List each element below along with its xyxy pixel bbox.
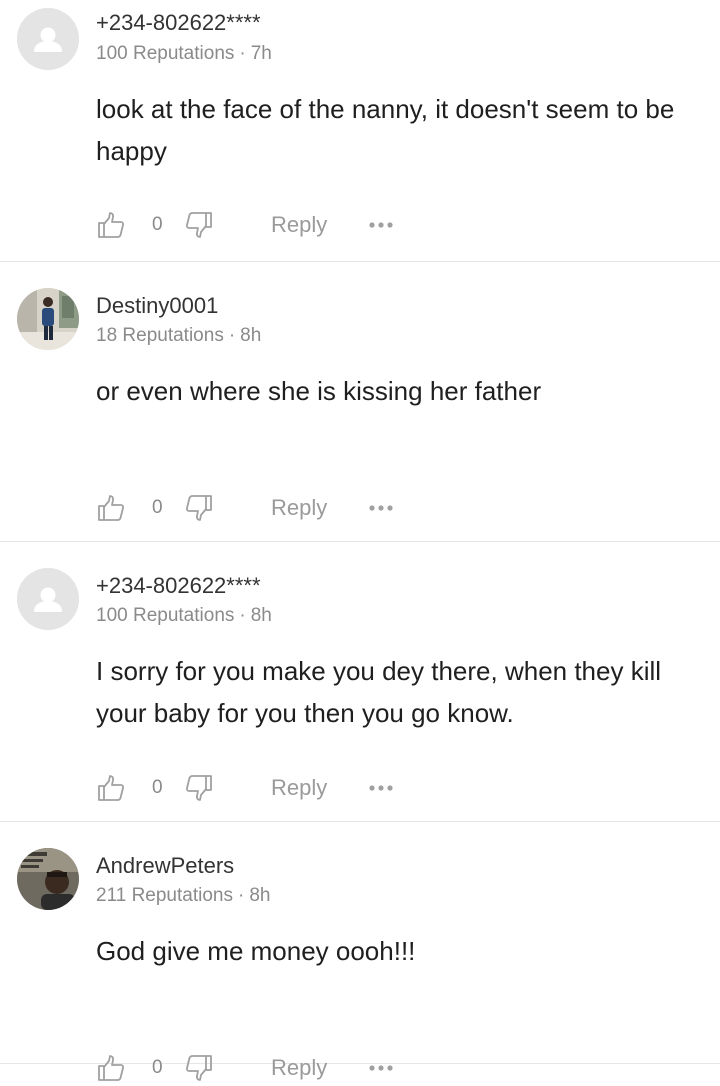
reputation-count: 100 Reputations — [96, 605, 235, 626]
dislike-button[interactable] — [184, 770, 214, 806]
comment-username[interactable]: +234-802622**** — [96, 10, 261, 36]
more-dots-icon — [369, 785, 393, 791]
comment-meta: 18 Reputations · 8h — [96, 325, 261, 347]
reputation-count: 211 Reputations — [96, 885, 233, 906]
user-photo-avatar — [17, 288, 79, 350]
comment-item: Destiny0001 18 Reputations · 8h or even wh… — [0, 262, 720, 542]
comment-item: AndrewPeters 211 Reputations · 8h God give… — [0, 822, 720, 1081]
comment-text: look at the face of the nanny, it doesn'… — [96, 94, 675, 166]
comment-time: 7h — [250, 43, 272, 64]
dislike-button[interactable] — [184, 207, 214, 243]
comment-time: 8h — [250, 605, 272, 626]
comment-actions: 0 Reply — [96, 770, 416, 806]
comment-item: +234-802622**** 100 Reputations · 7h look … — [0, 0, 720, 262]
more-options-button[interactable] — [368, 490, 394, 526]
like-button[interactable] — [96, 490, 126, 526]
meta-separator: · — [239, 605, 246, 626]
comment-text: God give me money oooh!!! — [96, 936, 416, 966]
meta-separator: · — [237, 885, 245, 906]
comment-actions: 0 Reply — [96, 1050, 416, 1086]
like-count: 0 — [152, 777, 163, 798]
reply-button[interactable]: Reply — [271, 770, 327, 806]
avatar[interactable] — [17, 848, 79, 910]
comment-time: 8h — [240, 325, 262, 346]
comment-actions: 0 Reply — [96, 207, 416, 243]
dislike-button[interactable] — [184, 490, 214, 526]
reply-button[interactable]: Reply — [271, 490, 327, 526]
thumbs-up-icon — [98, 775, 125, 801]
comment-username[interactable]: AndrewPeters — [96, 853, 234, 879]
thumbs-up-icon — [98, 495, 125, 521]
comment-text: I sorry for you make you dey there, when… — [96, 656, 662, 728]
dislike-button[interactable] — [184, 1050, 214, 1086]
user-photo-avatar — [17, 848, 79, 910]
thumbs-down-icon — [185, 775, 212, 801]
more-dots-icon — [369, 222, 393, 228]
thumbs-up-icon — [98, 1055, 125, 1081]
more-dots-icon — [369, 1065, 393, 1071]
default-avatar-icon — [17, 568, 79, 630]
like-button[interactable] — [96, 207, 126, 243]
like-count: 0 — [152, 497, 163, 518]
comment-list: +234-802622**** 100 Reputations · 7h look … — [0, 0, 720, 1081]
default-avatar-icon — [17, 8, 79, 70]
reputation-count: 18 Reputations — [96, 325, 224, 346]
comment-actions: 0 Reply — [96, 490, 416, 526]
like-button[interactable] — [96, 770, 126, 806]
comment-time: 8h — [249, 885, 271, 906]
thumbs-up-icon — [98, 212, 125, 238]
meta-separator: · — [228, 325, 236, 346]
thumbs-down-icon — [185, 495, 212, 521]
reply-button[interactable]: Reply — [271, 1050, 327, 1086]
thumbs-down-icon — [185, 212, 212, 238]
more-options-button[interactable] — [368, 1050, 394, 1086]
reply-button[interactable]: Reply — [271, 207, 327, 243]
like-count: 0 — [152, 214, 163, 235]
reputation-count: 100 Reputations — [96, 43, 235, 64]
comment-meta: 100 Reputations · 8h — [96, 605, 272, 627]
meta-separator: · — [239, 43, 246, 64]
comment-meta: 211 Reputations · 8h — [96, 885, 270, 907]
avatar[interactable] — [17, 288, 79, 350]
comment-username[interactable]: Destiny0001 — [96, 293, 218, 319]
avatar[interactable] — [17, 568, 79, 630]
more-options-button[interactable] — [368, 770, 394, 806]
like-button[interactable] — [96, 1050, 126, 1086]
avatar[interactable] — [17, 8, 79, 70]
like-count: 0 — [152, 1057, 163, 1078]
more-dots-icon — [369, 505, 393, 511]
comment-meta: 100 Reputations · 7h — [96, 43, 272, 65]
comment-username[interactable]: +234-802622**** — [96, 573, 261, 599]
comment-text: or even where she is kissing her father — [96, 376, 542, 406]
thumbs-down-icon — [185, 1055, 212, 1081]
more-options-button[interactable] — [368, 207, 394, 243]
comment-item: +234-802622**** 100 Reputations · 8h I sor… — [0, 542, 720, 822]
